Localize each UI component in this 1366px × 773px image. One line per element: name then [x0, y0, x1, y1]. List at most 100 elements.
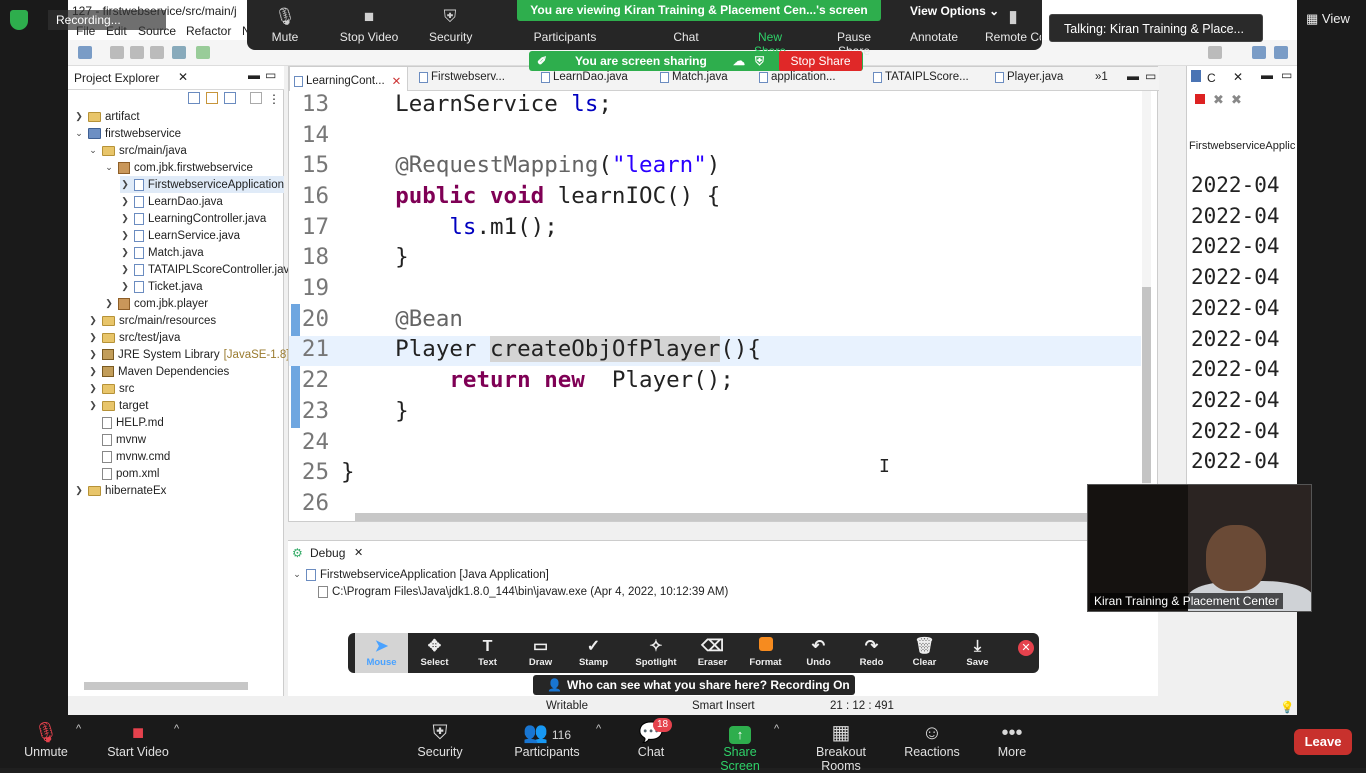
tab-application[interactable]: application...: [759, 71, 836, 83]
chevron-right-icon[interactable]: ❯: [88, 315, 98, 326]
tree-item-jre-system-library[interactable]: ❯ JRE System Library [JavaSE-1.8]: [88, 346, 289, 363]
tree-item-learningcontroller[interactable]: ❯ LearningController.java: [120, 210, 266, 227]
tree-item-src-main-resources[interactable]: ❯ src/main/resources: [88, 312, 216, 329]
search-icon[interactable]: [1208, 46, 1222, 59]
filter-icon[interactable]: [224, 92, 236, 104]
tab-firstwebservice[interactable]: Firstwebserv...: [419, 71, 505, 83]
participant-video-tile[interactable]: Kiran Training & Placement Center: [1087, 484, 1312, 612]
debug-process[interactable]: C:\Program Files\Java\jdk1.8.0_144\bin\j…: [318, 583, 728, 600]
tab-tataiplscore[interactable]: TATAIPLScore...: [873, 71, 969, 83]
chevron-up-icon[interactable]: ^: [596, 723, 601, 735]
tab-player[interactable]: Player.java: [995, 71, 1063, 83]
print-icon[interactable]: [150, 46, 164, 59]
terminate-icon[interactable]: [1195, 94, 1205, 104]
pin-icon[interactable]: ✐: [537, 54, 547, 68]
stamp-tool-button[interactable]: ✓ Stamp: [567, 633, 620, 673]
chevron-down-icon[interactable]: ⌄: [88, 145, 98, 156]
chevron-down-icon[interactable]: ⌄: [74, 128, 84, 139]
chevron-right-icon[interactable]: ❯: [104, 298, 114, 309]
chevron-right-icon[interactable]: ❯: [88, 349, 98, 360]
leave-button[interactable]: Leave: [1294, 729, 1352, 755]
run-icon[interactable]: [196, 46, 210, 59]
tree-item-package-firstwebservice[interactable]: ⌄ com.jbk.firstwebservice: [104, 159, 253, 176]
scroll-thumb[interactable]: [1142, 287, 1151, 483]
share-visibility-notice[interactable]: 👤 Who can see what you share here? Recor…: [533, 675, 855, 695]
eraser-tool-button[interactable]: ⌫ Eraser: [686, 633, 739, 673]
tree-item-artifact[interactable]: ❯ artifact: [74, 108, 139, 125]
editor-vertical-scrollbar[interactable]: [1142, 91, 1151, 511]
chevron-right-icon[interactable]: ❯: [88, 332, 98, 343]
save-button[interactable]: ⤓ Save: [951, 633, 1004, 673]
tree-item-target[interactable]: ❯ target: [88, 397, 148, 414]
text-tool-button[interactable]: T Text: [461, 633, 514, 673]
view-menu-icon[interactable]: ⋮: [268, 92, 280, 106]
chevron-right-icon[interactable]: ❯: [74, 111, 84, 122]
chevron-right-icon[interactable]: ❯: [120, 196, 130, 207]
link-editor-icon[interactable]: [206, 92, 218, 104]
close-icon[interactable]: ✕: [1233, 70, 1243, 84]
tab-learningcontroller[interactable]: LearningCont... ✕: [289, 67, 409, 91]
draw-tool-button[interactable]: ▭ Draw: [514, 633, 567, 673]
project-explorer-tab[interactable]: Project Explorer ✕ ▬ ▭: [68, 66, 284, 90]
minimize-icon[interactable]: ▬: [1127, 69, 1139, 83]
minimize-icon[interactable]: ▬: [1261, 68, 1273, 82]
tree-item-hibernateex[interactable]: ❯ hibernateEx: [74, 482, 166, 499]
reactions-button[interactable]: ☺ Reactions: [904, 715, 960, 768]
security-button[interactable]: ⛨ Security: [416, 715, 464, 768]
tree-item-src[interactable]: ❯ src: [88, 380, 134, 397]
chevron-right-icon[interactable]: ❯: [120, 281, 130, 292]
chevron-right-icon[interactable]: ❯: [120, 179, 130, 190]
start-video-button[interactable]: ■ Start Video: [104, 715, 172, 768]
tree-item-firstwebservice[interactable]: ⌄ firstwebservice: [74, 125, 181, 142]
focus-icon[interactable]: [250, 92, 262, 104]
tree-item-match[interactable]: ❯ Match.java: [120, 244, 204, 261]
tab-match[interactable]: Match.java: [660, 71, 728, 83]
tree-item-tataiplscorecontroller[interactable]: ❯ TATAIPLScoreController.jav: [120, 261, 289, 278]
chevron-right-icon[interactable]: ❯: [120, 213, 130, 224]
tip-icon[interactable]: 💡: [1280, 700, 1294, 714]
save-icon[interactable]: [110, 46, 124, 59]
stop-share-button[interactable]: Stop Share: [779, 51, 862, 71]
tab-learndao[interactable]: LearnDao.java: [541, 71, 628, 83]
mouse-tool-button[interactable]: ➤ Mouse: [355, 633, 408, 673]
maximize-icon[interactable]: ▭: [265, 68, 276, 82]
new-icon[interactable]: [78, 46, 92, 59]
spotlight-tool-button[interactable]: ✧ Spotlight: [626, 633, 686, 673]
tree-item-pom-xml[interactable]: pom.xml: [88, 465, 159, 482]
undo-button[interactable]: ↶ Undo: [792, 633, 845, 673]
tree-item-mvnw-cmd[interactable]: mvnw.cmd: [88, 448, 170, 465]
stop-video-button[interactable]: ■ Stop Video: [337, 0, 401, 50]
unmute-button[interactable]: 🎙 Unmute: [20, 715, 72, 768]
save-all-icon[interactable]: [130, 46, 144, 59]
tree-item-learndao[interactable]: ❯ LearnDao.java: [120, 193, 223, 210]
format-tool-button[interactable]: Format: [739, 633, 792, 673]
close-icon[interactable]: ✕: [1268, 2, 1281, 20]
chevron-up-icon[interactable]: ^: [76, 723, 81, 735]
mute-button[interactable]: 🎙 Mute: [267, 0, 303, 50]
tree-item-src-test-java[interactable]: ❯ src/test/java: [88, 329, 180, 346]
encryption-shield-icon[interactable]: [10, 10, 28, 30]
chevron-right-icon[interactable]: ❯: [88, 366, 98, 377]
tree-item-ticket[interactable]: ❯ Ticket.java: [120, 278, 203, 295]
view-button[interactable]: ▦ View: [1306, 8, 1362, 30]
tree-item-help-md[interactable]: HELP.md: [88, 414, 164, 431]
maximize-icon[interactable]: ▭: [1145, 69, 1156, 83]
code-area[interactable]: 13 LearnService ls; 14 15 @RequestMappin…: [289, 91, 1141, 516]
redo-button[interactable]: ↷ Redo: [845, 633, 898, 673]
maximize-icon[interactable]: ▭: [1281, 68, 1292, 82]
breakout-rooms-button[interactable]: ▦ Breakout Rooms: [796, 715, 886, 773]
close-icon[interactable]: ✕: [354, 546, 363, 559]
chevron-up-icon[interactable]: ^: [174, 723, 179, 735]
editor-horizontal-scrollbar[interactable]: [355, 513, 1119, 521]
collapse-all-icon[interactable]: [188, 92, 200, 104]
more-button[interactable]: ••• More: [994, 715, 1030, 768]
select-tool-button[interactable]: ✥ Select: [408, 633, 461, 673]
chevron-down-icon[interactable]: ⌄: [104, 162, 114, 173]
chevron-right-icon[interactable]: ❯: [88, 383, 98, 394]
close-annotation-button[interactable]: ✕: [1018, 640, 1034, 656]
java-perspective-icon[interactable]: [1274, 46, 1288, 59]
close-icon[interactable]: ✕: [178, 70, 188, 84]
console-tab-label[interactable]: C: [1207, 71, 1216, 85]
remove-launch-icon[interactable]: ✖: [1213, 92, 1224, 108]
tree-item-learnservice[interactable]: ❯ LearnService.java: [120, 227, 240, 244]
